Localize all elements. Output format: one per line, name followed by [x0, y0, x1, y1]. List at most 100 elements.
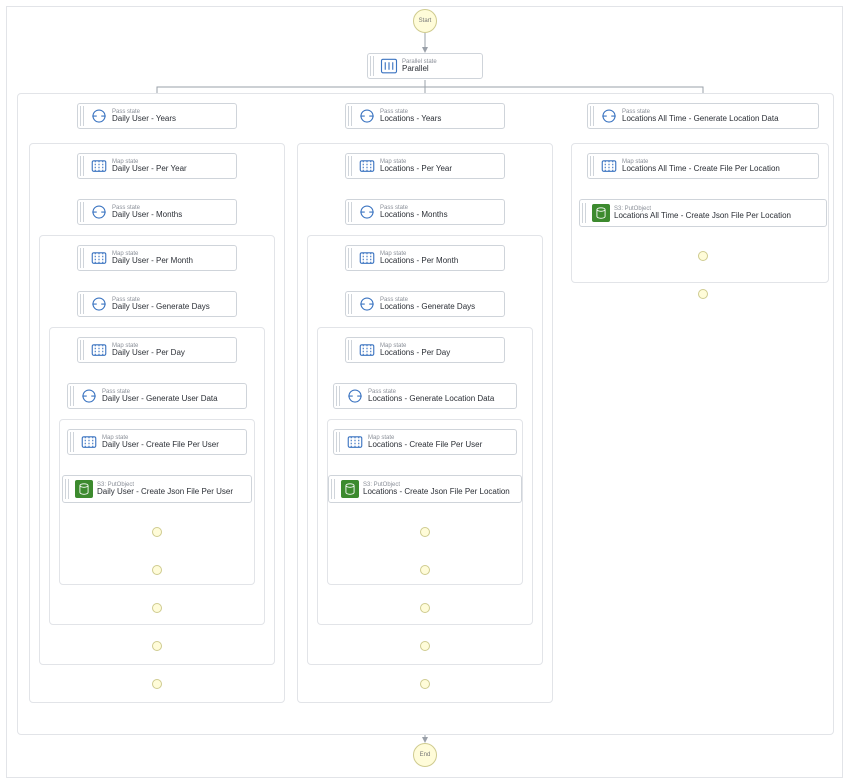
- end-marker: [420, 527, 430, 537]
- node-title: Daily User - Months: [112, 211, 182, 219]
- node-title: Locations - Per Year: [380, 165, 452, 173]
- state-node[interactable]: Pass stateLocations - Years: [345, 103, 505, 129]
- node-title: Daily User - Generate User Data: [102, 395, 218, 403]
- state-node[interactable]: S3: PutObjectLocations - Create Json Fil…: [328, 475, 522, 503]
- start-label: Start: [419, 18, 432, 24]
- drag-handle[interactable]: [70, 432, 74, 452]
- end-marker: [420, 565, 430, 575]
- state-node[interactable]: Map stateLocations - Per Day: [345, 337, 505, 363]
- s3-icon: [75, 480, 93, 498]
- workflow-canvas[interactable]: Start Parallel stateParallel Pass stateD…: [6, 6, 843, 778]
- map-icon: [90, 249, 108, 267]
- pass-icon: [600, 107, 618, 125]
- drag-handle[interactable]: [70, 386, 74, 406]
- drag-handle[interactable]: [370, 56, 374, 76]
- pass-icon: [80, 387, 98, 405]
- drag-handle[interactable]: [80, 156, 84, 176]
- node-title: Locations - Per Day: [380, 349, 450, 357]
- node-title: Locations - Generate Days: [380, 303, 475, 311]
- drag-handle[interactable]: [80, 340, 84, 360]
- parallel-icon: [380, 57, 398, 75]
- node-title: Daily User - Per Year: [112, 165, 187, 173]
- start-node[interactable]: Start: [413, 9, 437, 33]
- drag-handle[interactable]: [65, 479, 69, 499]
- drag-handle[interactable]: [590, 156, 594, 176]
- drag-handle[interactable]: [348, 294, 352, 314]
- drag-handle[interactable]: [80, 202, 84, 222]
- state-node[interactable]: Pass stateLocations - Generate Location …: [333, 383, 517, 409]
- drag-handle[interactable]: [348, 106, 352, 126]
- node-title: Locations All Time - Create Json File Pe…: [614, 212, 791, 220]
- node-title: Daily User - Per Day: [112, 349, 185, 357]
- map-icon: [358, 249, 376, 267]
- state-node[interactable]: Map stateDaily User - Per Year: [77, 153, 237, 179]
- end-marker: [152, 565, 162, 575]
- node-title: Locations - Months: [380, 211, 448, 219]
- node-title: Parallel: [402, 65, 437, 73]
- pass-icon: [358, 107, 376, 125]
- pass-icon: [90, 107, 108, 125]
- state-node[interactable]: Pass stateLocations All Time - Generate …: [587, 103, 819, 129]
- parallel-state-node[interactable]: Parallel stateParallel: [367, 53, 483, 79]
- node-title: Daily User - Per Month: [112, 257, 193, 265]
- state-node[interactable]: Map stateDaily User - Per Day: [77, 337, 237, 363]
- pass-icon: [358, 203, 376, 221]
- state-node[interactable]: Pass stateDaily User - Months: [77, 199, 237, 225]
- map-icon: [600, 157, 618, 175]
- end-marker: [420, 679, 430, 689]
- map-icon: [80, 433, 98, 451]
- node-title: Locations - Create Json File Per Locatio…: [363, 488, 510, 496]
- state-node[interactable]: Map stateLocations - Create File Per Use…: [333, 429, 517, 455]
- state-node[interactable]: Pass stateDaily User - Generate Days: [77, 291, 237, 317]
- node-title: Locations All Time - Generate Location D…: [622, 115, 779, 123]
- drag-handle[interactable]: [80, 248, 84, 268]
- state-node[interactable]: Map stateLocations - Per Month: [345, 245, 505, 271]
- end-node[interactable]: End: [413, 743, 437, 767]
- node-title: Daily User - Create Json File Per User: [97, 488, 233, 496]
- state-node[interactable]: Pass stateLocations - Generate Days: [345, 291, 505, 317]
- end-marker: [152, 679, 162, 689]
- drag-handle[interactable]: [582, 203, 586, 223]
- drag-handle[interactable]: [336, 432, 340, 452]
- pass-icon: [90, 295, 108, 313]
- drag-handle[interactable]: [348, 340, 352, 360]
- drag-handle[interactable]: [348, 156, 352, 176]
- map-icon: [358, 157, 376, 175]
- drag-handle[interactable]: [348, 202, 352, 222]
- state-node[interactable]: S3: PutObjectLocations All Time - Create…: [579, 199, 827, 227]
- end-marker: [152, 603, 162, 613]
- node-title: Locations - Years: [380, 115, 441, 123]
- drag-handle[interactable]: [80, 294, 84, 314]
- drag-handle[interactable]: [590, 106, 594, 126]
- node-title: Locations - Per Month: [380, 257, 458, 265]
- state-node[interactable]: S3: PutObjectDaily User - Create Json Fi…: [62, 475, 252, 503]
- end-marker: [420, 641, 430, 651]
- state-node[interactable]: Pass stateLocations - Months: [345, 199, 505, 225]
- state-node[interactable]: Pass stateDaily User - Years: [77, 103, 237, 129]
- state-node[interactable]: Map stateDaily User - Per Month: [77, 245, 237, 271]
- end-label: End: [420, 752, 431, 758]
- map-icon: [90, 157, 108, 175]
- s3-icon: [341, 480, 359, 498]
- node-title: Locations - Generate Location Data: [368, 395, 494, 403]
- end-marker: [698, 289, 708, 299]
- node-title: Daily User - Generate Days: [112, 303, 210, 311]
- state-node[interactable]: Map stateLocations All Time - Create Fil…: [587, 153, 819, 179]
- node-title: Daily User - Create File Per User: [102, 441, 219, 449]
- state-node[interactable]: Map stateDaily User - Create File Per Us…: [67, 429, 247, 455]
- pass-icon: [346, 387, 364, 405]
- end-marker: [698, 251, 708, 261]
- state-node[interactable]: Map stateLocations - Per Year: [345, 153, 505, 179]
- map-icon: [90, 341, 108, 359]
- drag-handle[interactable]: [331, 479, 335, 499]
- state-node[interactable]: Pass stateDaily User - Generate User Dat…: [67, 383, 247, 409]
- map-icon: [346, 433, 364, 451]
- node-title: Locations - Create File Per User: [368, 441, 482, 449]
- node-title: Locations All Time - Create File Per Loc…: [622, 165, 780, 173]
- drag-handle[interactable]: [348, 248, 352, 268]
- pass-icon: [90, 203, 108, 221]
- drag-handle[interactable]: [336, 386, 340, 406]
- drag-handle[interactable]: [80, 106, 84, 126]
- node-title: Daily User - Years: [112, 115, 176, 123]
- s3-icon: [592, 204, 610, 222]
